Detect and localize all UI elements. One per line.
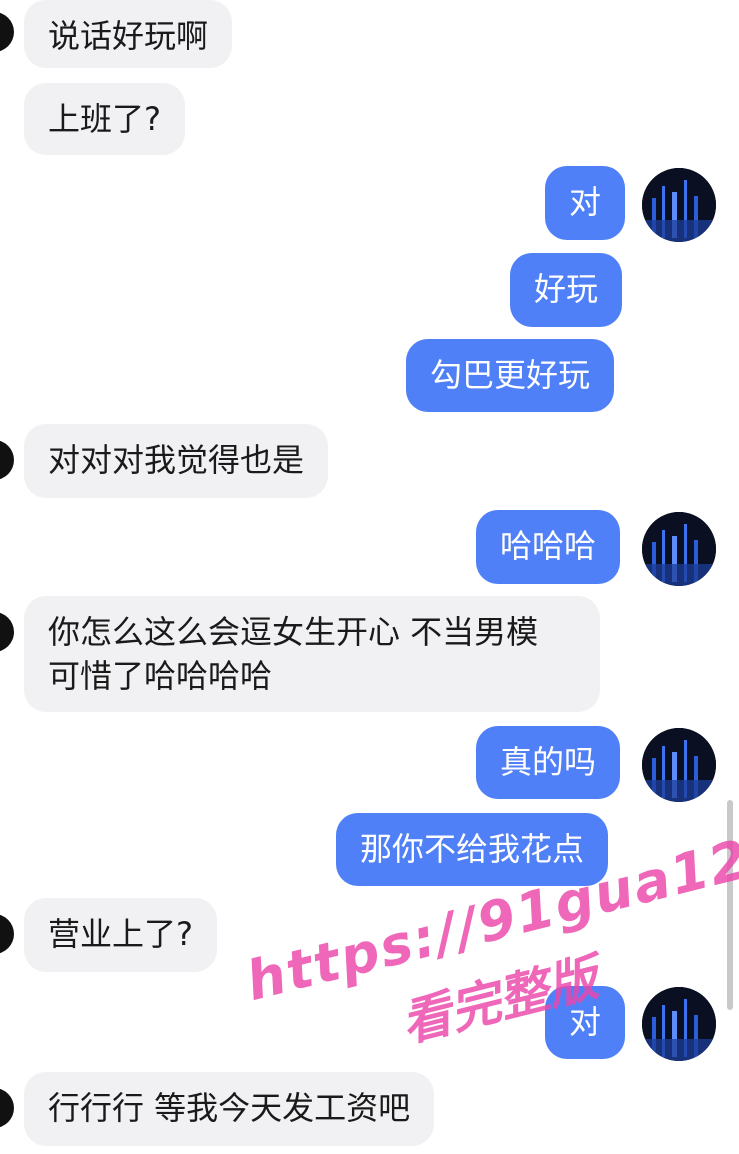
message-text: 对对对我觉得也是 — [48, 441, 305, 479]
outgoing-message-bubble[interactable]: 勾巴更好玩 — [406, 339, 615, 412]
incoming-message-bubble[interactable]: 说话好玩啊 — [24, 0, 233, 68]
city-night-avatar-image — [642, 728, 716, 802]
user-avatar[interactable] — [642, 728, 716, 802]
user-avatar[interactable] — [642, 168, 716, 242]
outgoing-message-bubble[interactable]: 对 — [545, 166, 626, 240]
message-text: 真的吗 — [500, 743, 597, 781]
contact-avatar[interactable] — [0, 612, 14, 652]
contact-avatar[interactable] — [0, 440, 14, 480]
contact-avatar[interactable] — [0, 1088, 14, 1128]
contact-avatar[interactable] — [0, 914, 14, 954]
incoming-message-bubble[interactable]: 对对对我觉得也是 — [24, 424, 329, 498]
city-night-avatar-image — [642, 168, 716, 242]
message-text-line: 可惜了哈哈哈哈 — [48, 657, 273, 695]
message-text: 哈哈哈 — [500, 527, 597, 565]
message-text-line: 你怎么这么会逗女生开心 不当男模 — [48, 613, 539, 651]
message-text: 对 — [569, 183, 602, 221]
message-text: 上班了? — [48, 100, 161, 138]
outgoing-message-bubble[interactable]: 真的吗 — [476, 726, 621, 799]
message-text: 营业上了? — [48, 915, 193, 953]
city-night-avatar-image — [642, 512, 716, 586]
message-text: 好玩 — [534, 270, 599, 308]
outgoing-message-bubble[interactable]: 哈哈哈 — [476, 510, 621, 584]
message-text: 勾巴更好玩 — [430, 356, 591, 394]
user-avatar[interactable] — [642, 512, 716, 586]
incoming-message-bubble[interactable]: 你怎么这么会逗女生开心 不当男模 可惜了哈哈哈哈 — [24, 596, 600, 712]
incoming-message-bubble[interactable]: 营业上了? — [24, 898, 217, 972]
incoming-message-bubble[interactable]: 上班了? — [24, 83, 185, 155]
message-text: 说话好玩啊 — [48, 17, 209, 55]
message-text: 那你不给我花点 — [360, 830, 585, 868]
contact-avatar[interactable] — [0, 12, 14, 52]
outgoing-message-bubble[interactable]: 好玩 — [510, 253, 623, 327]
